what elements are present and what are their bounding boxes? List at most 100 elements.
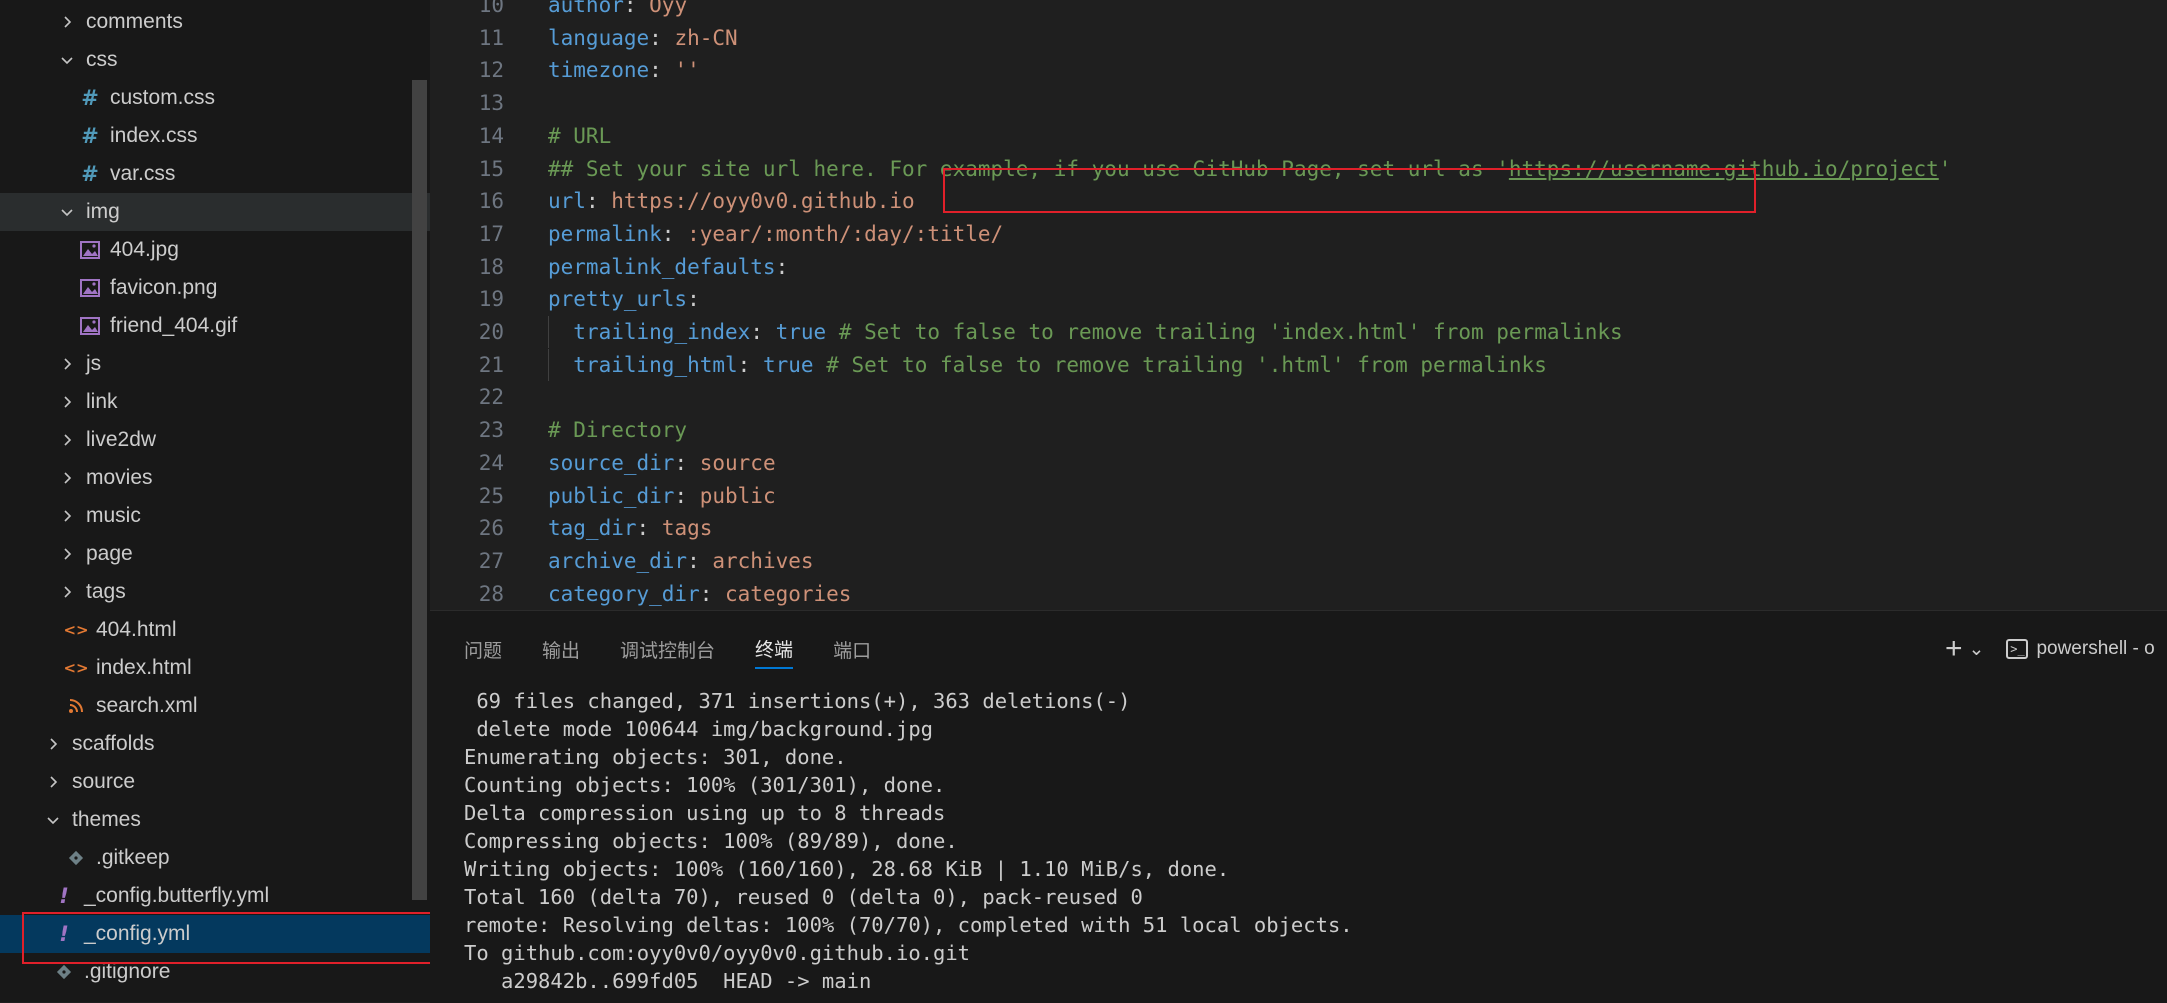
explorer-item[interactable]: link [0, 383, 430, 421]
css-file-icon: # [81, 162, 99, 186]
code-text: source_dir: source [548, 450, 776, 475]
highlight-box-url-line [943, 168, 1756, 213]
explorer-item[interactable]: # var.css [0, 155, 430, 193]
terminal-line: a29842b..699fd05 HEAD -> main [464, 969, 872, 993]
css-file-icon: # [81, 124, 99, 148]
code-line: 18 permalink_defaults: [430, 251, 2167, 283]
chevron-down-icon[interactable] [58, 203, 76, 221]
code-line: 17 permalink: :year/:month/:day/:title/ [430, 218, 2167, 250]
code-text: author: Oyy [548, 0, 688, 17]
chevron-right-icon[interactable] [58, 393, 76, 411]
tab-output[interactable]: 输出 [542, 629, 580, 669]
terminal-shell-label[interactable]: powershell - o [2036, 638, 2154, 660]
explorer-item[interactable]: live2dw [0, 421, 430, 459]
code-text: category_dir: categories [548, 581, 852, 606]
code-text: trailing_html: true # Set to false to re… [573, 352, 1547, 377]
tab-problems[interactable]: 问题 [464, 629, 502, 669]
explorer-item-label: css [86, 48, 118, 71]
tab-debug-console[interactable]: 调试控制台 [620, 629, 715, 669]
chevron-right-icon[interactable] [44, 735, 62, 753]
panel-tabs: 问题 输出 调试控制台 终端 端口 [464, 629, 911, 669]
explorer-item[interactable]: tags [0, 573, 430, 611]
line-number: 25 [478, 483, 504, 508]
explorer-item-label: live2dw [86, 428, 157, 451]
explorer-item-label: tags [86, 580, 126, 603]
line-number: 20 [478, 320, 504, 344]
code-text: permalink_defaults: [548, 254, 789, 279]
explorer-item[interactable]: <> index.html [0, 649, 430, 687]
explorer-item[interactable]: .gitkeep [0, 839, 430, 877]
explorer-item-label: img [86, 200, 120, 223]
explorer-item[interactable]: comments [0, 3, 430, 41]
chevron-right-icon[interactable] [58, 507, 76, 525]
line-number: 21 [478, 352, 504, 377]
line-number: 24 [478, 450, 504, 475]
chevron-down-icon[interactable]: ⌄ [1969, 638, 1985, 661]
code-line: 21 trailing_html: true # Set to false to… [430, 348, 2167, 381]
code-line: 19 pretty_urls: [430, 283, 2167, 315]
tab-ports[interactable]: 端口 [833, 629, 871, 669]
explorer-item[interactable]: friend_404.gif [0, 307, 430, 345]
sidebar-scrollbar[interactable] [412, 80, 427, 900]
explorer-item[interactable]: 404.jpg [0, 231, 430, 269]
explorer-item[interactable]: css [0, 41, 430, 79]
chevron-down-icon[interactable] [44, 811, 62, 829]
code-text: permalink: :year/:month/:day/:title/ [548, 221, 1004, 246]
terminal-line: Counting objects: 100% (301/301), done. [464, 773, 946, 797]
new-terminal-icon[interactable]: + [1945, 632, 1963, 666]
explorer-item[interactable]: <> 404.html [0, 611, 430, 649]
explorer-item[interactable]: source [0, 763, 430, 801]
code-line: 22 [430, 381, 2167, 413]
terminal-line: 69 files changed, 371 insertions(+), 363… [464, 689, 1131, 713]
explorer-item[interactable]: movies [0, 459, 430, 497]
explorer-item[interactable]: favicon.png [0, 269, 430, 307]
chevron-right-icon[interactable] [58, 469, 76, 487]
terminal-line: Writing objects: 100% (160/160), 28.68 K… [464, 857, 1230, 881]
explorer-item[interactable]: scaffolds [0, 725, 430, 763]
chevron-right-icon[interactable] [58, 583, 76, 601]
terminal-line: Total 160 (delta 70), reused 0 (delta 0)… [464, 885, 1143, 909]
explorer-item-label: index.css [110, 124, 198, 147]
code-line: 25 public_dir: public [430, 480, 2167, 512]
chevron-right-icon[interactable] [44, 773, 62, 791]
code-text: archive_dir: archives [548, 548, 814, 573]
explorer-item[interactable]: search.xml [0, 687, 430, 725]
chevron-down-icon[interactable] [58, 51, 76, 69]
explorer-item[interactable]: # custom.css [0, 79, 430, 117]
explorer-item[interactable]: page [0, 535, 430, 573]
bottom-panel: 问题 输出 调试控制台 终端 端口 + ⌄ >_ powershell - o … [430, 610, 2167, 1003]
chevron-right-icon[interactable] [58, 13, 76, 31]
explorer-item[interactable]: ! _config.butterfly.yml [0, 877, 430, 915]
terminal-line: To github.com:oyy0v0/oyy0v0.github.io.gi… [464, 941, 971, 965]
explorer-item[interactable]: img [0, 193, 430, 231]
explorer-item-label: .gitkeep [96, 846, 170, 869]
code-text: language: zh-CN [548, 25, 738, 50]
code-editor[interactable]: 10 author: Oyy 11 language: zh-CN 12 timezone… [430, 0, 2167, 610]
explorer-item-label: movies [86, 466, 153, 489]
code-line: 24 source_dir: source [430, 447, 2167, 479]
yaml-file-icon: ! [59, 884, 69, 908]
explorer-item-label: friend_404.gif [110, 314, 238, 337]
code-text: tag_dir: tags [548, 516, 713, 541]
code-line: 13 [430, 87, 2167, 119]
explorer-item-label: custom.css [110, 86, 216, 109]
code-text: url: https://oyy0v0.github.io [548, 189, 915, 214]
explorer-item-label: _config.butterfly.yml [84, 884, 270, 907]
code-text: # URL [548, 123, 612, 148]
explorer-item[interactable]: music [0, 497, 430, 535]
git-file-icon [66, 847, 86, 869]
explorer-item[interactable]: themes [0, 801, 430, 839]
explorer-item[interactable]: # index.css [0, 117, 430, 155]
line-number: 14 [478, 123, 504, 148]
explorer-item-label: comments [86, 10, 183, 33]
chevron-right-icon[interactable] [58, 545, 76, 563]
explorer-item[interactable]: js [0, 345, 430, 383]
chevron-right-icon[interactable] [58, 431, 76, 449]
code-line: 27 archive_dir: archives [430, 545, 2167, 577]
chevron-right-icon[interactable] [58, 355, 76, 373]
code-text: trailing_index: true # Set to false to r… [573, 320, 1623, 344]
image-file-icon [80, 239, 100, 261]
tab-terminal[interactable]: 终端 [755, 629, 794, 669]
html-file-icon: <> [63, 621, 89, 639]
code-line: 14 # URL [430, 120, 2167, 152]
